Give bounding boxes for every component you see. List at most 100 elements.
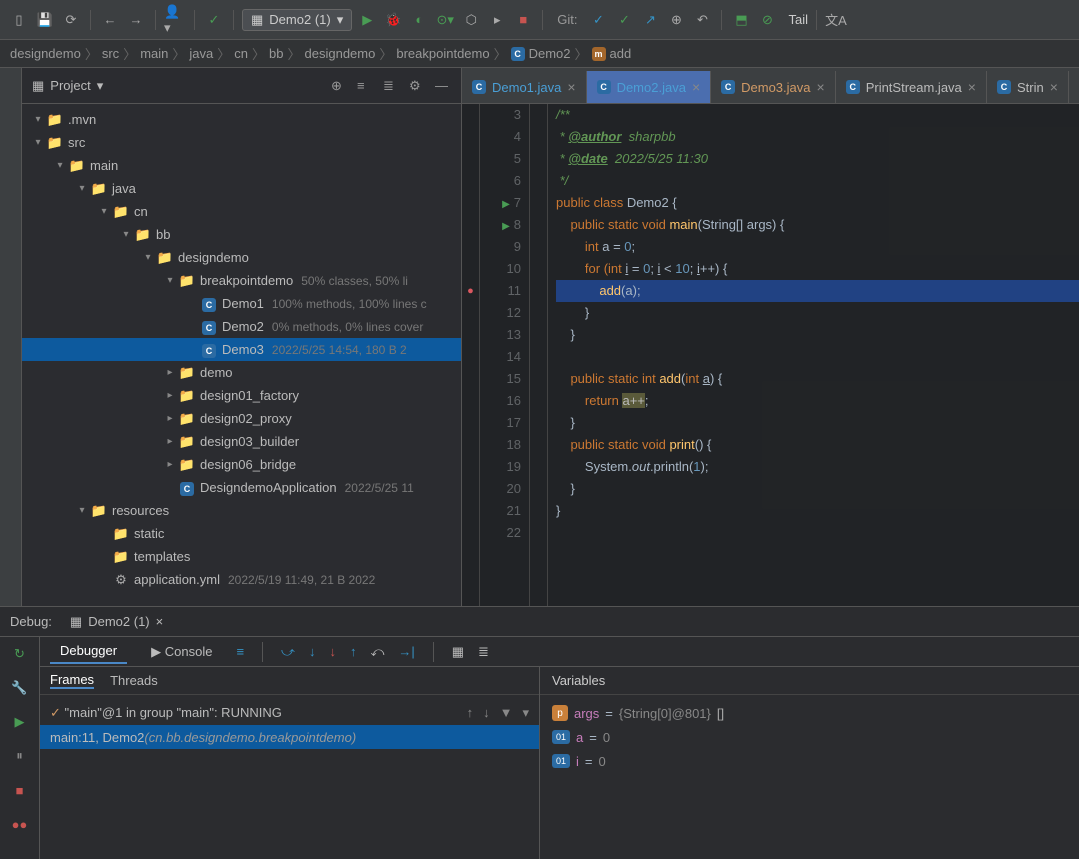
editor-tab[interactable]: CStrin× (987, 71, 1069, 103)
tree-item[interactable]: ▾📁java (22, 177, 461, 200)
project-tree[interactable]: ▾📁.mvn▾📁src▾📁main▾📁java▾📁cn▾📁bb▾📁designd… (22, 104, 461, 606)
run-to-cursor-icon[interactable]: →| (398, 644, 414, 659)
bc-item[interactable]: java (189, 46, 213, 61)
close-icon[interactable]: × (968, 79, 976, 95)
expand-icon[interactable]: ≡ (357, 78, 373, 94)
stop-icon[interactable]: ■ (9, 779, 31, 801)
variable-row[interactable]: 01i = 0 (552, 749, 1067, 773)
tree-item[interactable]: 📁templates (22, 545, 461, 568)
trace-icon[interactable]: ≣ (478, 644, 489, 660)
artifact-icon[interactable]: ⬒ (730, 9, 752, 31)
coverage-icon[interactable]: ◐ (408, 9, 430, 31)
rerun-icon[interactable]: ↻ (9, 643, 31, 665)
show-exec-icon[interactable]: ≡ (236, 644, 244, 659)
tree-item[interactable]: ▸📁design02_proxy (22, 407, 461, 430)
run-icon[interactable]: ▶ (356, 9, 378, 31)
bc-item[interactable]: bb (269, 46, 283, 61)
git-pull-icon[interactable]: ✓ (587, 9, 609, 31)
step-out-icon[interactable]: ↑ (350, 644, 357, 659)
filter-icon[interactable]: ▼ (500, 705, 513, 721)
tree-item[interactable]: ▾📁resources (22, 499, 461, 522)
user-icon[interactable]: 👤▾ (164, 9, 186, 31)
editor-tab[interactable]: CDemo2.java× (587, 71, 712, 103)
close-icon[interactable]: × (692, 79, 700, 95)
drop-frame-icon[interactable]: ⤺ (370, 644, 384, 660)
tree-item[interactable]: ▸📁design06_bridge (22, 453, 461, 476)
translate-icon[interactable]: 文A (825, 9, 847, 31)
profile-icon[interactable]: ⊙▾ (434, 9, 456, 31)
close-icon[interactable]: × (1050, 79, 1058, 95)
breakpoints-icon[interactable]: ●● (9, 813, 31, 835)
variable-row[interactable]: pargs = {String[0]@801} [] (552, 701, 1067, 725)
bc-item[interactable]: designdemo (305, 46, 376, 61)
bc-item[interactable]: cn (234, 46, 248, 61)
editor-tab[interactable]: CDemo3.java× (711, 71, 836, 103)
fold-gutter[interactable] (530, 104, 548, 606)
editor-tab[interactable]: CDemo1.java× (462, 71, 587, 103)
tree-item[interactable]: ▾📁.mvn (22, 108, 461, 131)
tree-item[interactable]: ▸📁design01_factory (22, 384, 461, 407)
pause-icon[interactable]: ⏸ (9, 745, 31, 767)
modify-icon[interactable]: 🔧 (9, 677, 31, 699)
forward-icon[interactable]: → (125, 9, 147, 31)
hide-icon[interactable]: — (435, 78, 451, 94)
git-commit-icon[interactable]: ✓ (613, 9, 635, 31)
save-icon[interactable]: 💾 (34, 9, 56, 31)
editor-tab[interactable]: CPrintStream.java× (836, 71, 987, 103)
next-frame-icon[interactable]: ↓ (483, 705, 490, 721)
force-step-icon[interactable]: ↓ (329, 644, 336, 659)
bc-item[interactable]: Demo2 (529, 46, 571, 61)
git-push-icon[interactable]: ↗ (639, 9, 661, 31)
stop-icon[interactable]: ■ (512, 9, 534, 31)
project-title[interactable]: ▦ Project ▾ (32, 78, 331, 94)
tree-item[interactable]: ▾📁cn (22, 200, 461, 223)
back-icon[interactable]: ← (99, 9, 121, 31)
bc-item[interactable]: designdemo (10, 46, 81, 61)
tree-item[interactable]: CDemo1100% methods, 100% lines c (22, 292, 461, 315)
step-icon[interactable]: ▸ (486, 9, 508, 31)
circle-icon[interactable]: ⊘ (756, 9, 778, 31)
more-icon[interactable]: ▾ (522, 705, 529, 721)
bc-item[interactable]: add (610, 46, 632, 61)
tree-item[interactable]: CDemo20% methods, 0% lines cover (22, 315, 461, 338)
step-over-icon[interactable]: ⤻ (281, 644, 295, 660)
tree-item[interactable]: CDesigndemoApplication2022/5/25 11 (22, 476, 461, 499)
variable-row[interactable]: 01a = 0 (552, 725, 1067, 749)
resume-icon[interactable]: ▶ (9, 711, 31, 733)
tree-item[interactable]: ▾📁designdemo (22, 246, 461, 269)
bc-item[interactable]: main (140, 46, 168, 61)
revert-icon[interactable]: ↶ (691, 9, 713, 31)
project-tool-tab[interactable] (0, 68, 22, 606)
collapse-icon[interactable]: ≣ (383, 78, 399, 94)
prev-frame-icon[interactable]: ↑ (467, 705, 474, 721)
tree-item[interactable]: ▸📁demo (22, 361, 461, 384)
console-tab[interactable]: ▶ Console (141, 640, 222, 664)
close-icon[interactable]: × (567, 79, 575, 95)
debug-icon[interactable]: 🐞 (382, 9, 404, 31)
variables-list[interactable]: pargs = {String[0]@801} []01a = 001i = 0 (540, 695, 1079, 859)
hammer-icon[interactable]: ✓ (203, 9, 225, 31)
threads-tab[interactable]: Threads (110, 673, 158, 688)
bc-item[interactable]: breakpointdemo (396, 46, 489, 61)
debug-session-tab[interactable]: ▦ Demo2 (1) × (62, 608, 171, 636)
stack-frame[interactable]: main:11, Demo2 (cn.bb.designdemo.breakpo… (40, 725, 539, 749)
tail-label[interactable]: Tail (788, 12, 808, 27)
open-icon[interactable]: ▯ (8, 9, 30, 31)
tree-item[interactable]: ▾📁src (22, 131, 461, 154)
sync-icon[interactable]: ⟳ (60, 9, 82, 31)
close-icon[interactable]: × (817, 79, 825, 95)
tree-item[interactable]: 📁static (22, 522, 461, 545)
tree-item[interactable]: ⚙application.yml2022/5/19 11:49, 21 B 20… (22, 568, 461, 591)
tree-item[interactable]: ▾📁main (22, 154, 461, 177)
tree-item[interactable]: ▸📁design03_builder (22, 430, 461, 453)
thread-selector[interactable]: ✓ "main"@1 in group "main": RUNNING ↑ ↓ … (40, 701, 539, 725)
run-config-selector[interactable]: ▦ Demo2 (1) ▾ (242, 9, 352, 31)
tree-item[interactable]: CDemo32022/5/25 14:54, 180 B 2 (22, 338, 461, 361)
line-gutter[interactable]: 3456▶7▶8910111213141516171819202122 (480, 104, 530, 606)
bc-item[interactable]: src (102, 46, 119, 61)
locate-icon[interactable]: ⊕ (331, 78, 347, 94)
breakpoint-gutter[interactable]: ● (462, 104, 480, 606)
attach-icon[interactable]: ⬡ (460, 9, 482, 31)
close-icon[interactable]: × (156, 614, 164, 629)
code-editor[interactable]: /** * @author sharpbb * @date 2022/5/25 … (548, 104, 1079, 606)
